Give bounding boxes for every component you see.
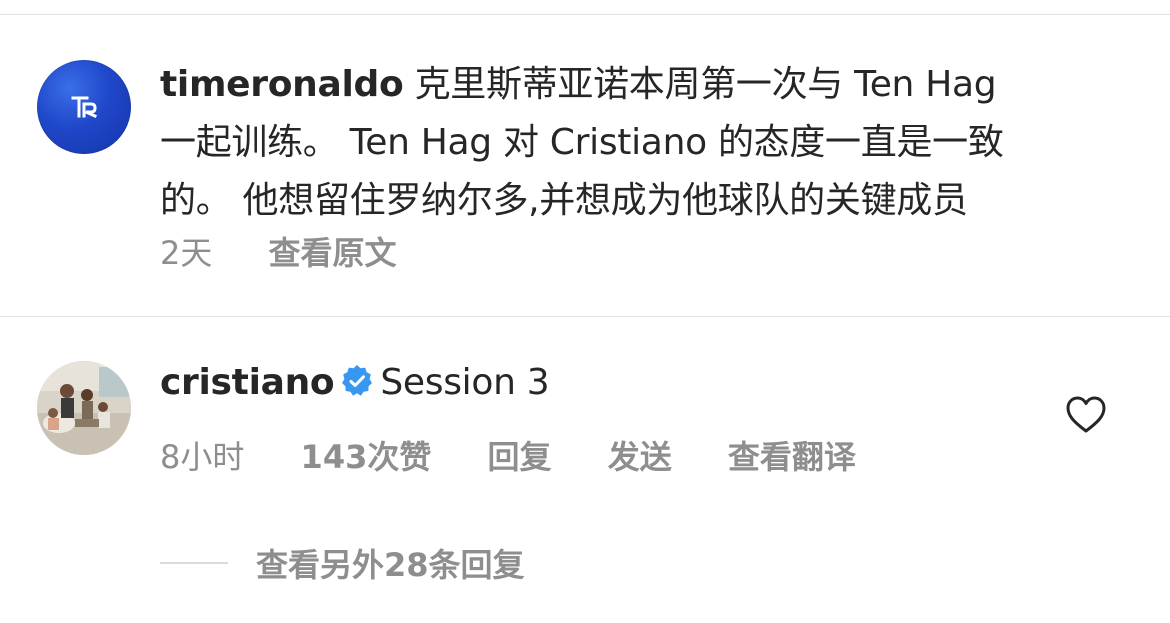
comment-time: 2天	[160, 234, 213, 272]
reply-button[interactable]: 回复	[488, 438, 552, 476]
heart-icon[interactable]	[1066, 396, 1106, 434]
username-cristiano[interactable]: cristiano	[160, 362, 335, 403]
tr-logo-icon	[71, 96, 97, 118]
top-divider	[0, 14, 1170, 15]
comment-divider	[0, 316, 1170, 317]
comment-text-cristiano: cristiano Session 3	[160, 354, 1135, 412]
replies-line-divider	[160, 562, 228, 564]
likes-count-button[interactable]: 143次赞	[301, 438, 432, 476]
comment-meta-timeronaldo: 2天 查看原文	[160, 228, 443, 274]
family-photo-avatar-icon	[37, 361, 131, 455]
verified-badge-icon	[342, 365, 373, 396]
send-button[interactable]: 发送	[608, 438, 672, 476]
see-translation-button[interactable]: 查看翻译	[728, 438, 856, 476]
view-more-replies[interactable]: 查看另外28条回复	[160, 540, 525, 586]
comment-line-1: 克里斯蒂亚诺本周第一次与 Ten Hag	[414, 64, 997, 105]
see-original-button[interactable]: 查看原文	[269, 234, 397, 272]
comment-meta-cristiano: 8小时 143次赞 回复 发送 查看翻译	[160, 432, 902, 478]
comment-time: 8小时	[160, 438, 245, 476]
cristiano-avatar[interactable]	[37, 361, 131, 455]
comment-line-3: 的。 他想留住罗纳尔多,并想成为他球队的关键成员	[160, 180, 968, 221]
comment-text: Session 3	[380, 362, 550, 403]
view-more-replies-label[interactable]: 查看另外28条回复	[256, 540, 525, 586]
username-timeronaldo[interactable]: timeronaldo	[160, 64, 404, 105]
comment-line-2: 一起训练。 Ten Hag 对 Cristiano 的态度一直是一致	[160, 122, 1004, 163]
comment-text-timeronaldo: timeronaldo 克里斯蒂亚诺本周第一次与 Ten Hag 一起训练。 T…	[160, 56, 1135, 230]
timeronaldo-avatar[interactable]	[37, 60, 131, 154]
